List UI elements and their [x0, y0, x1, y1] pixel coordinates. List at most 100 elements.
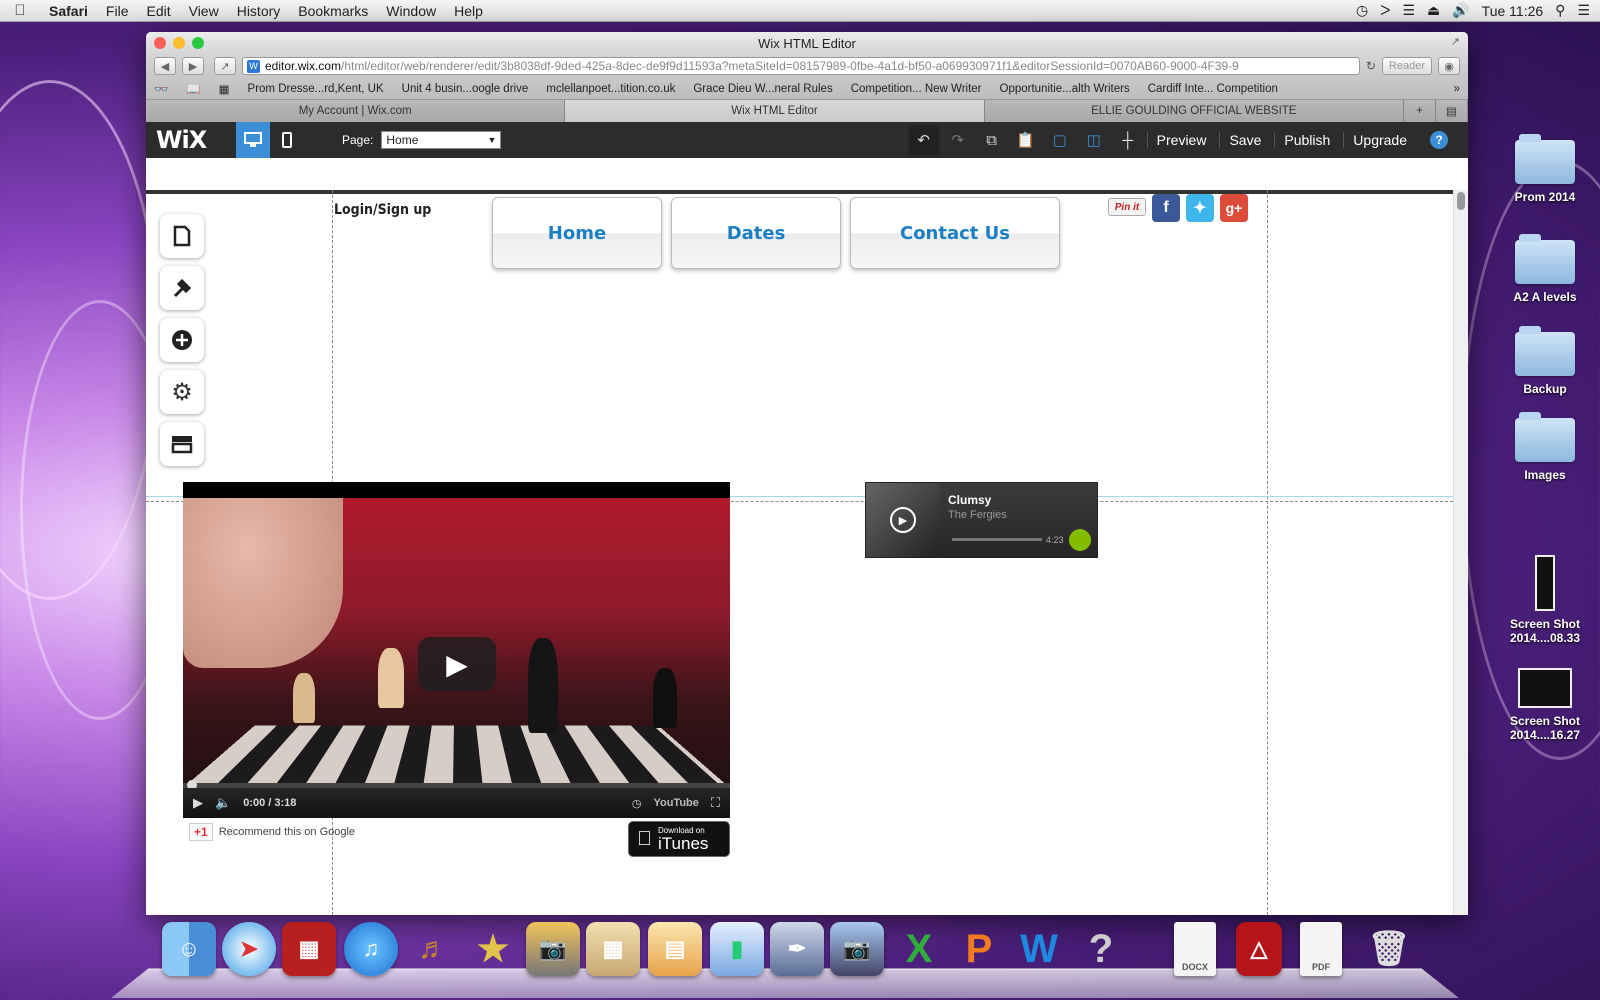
desktop-folder-prom[interactable]: Prom 2014: [1490, 134, 1600, 204]
fullscreen-icon[interactable]: ↗: [1451, 35, 1460, 48]
toggle-rulers-button[interactable]: ┼: [1113, 125, 1143, 155]
keynote-icon[interactable]: ▤: [648, 922, 702, 976]
track-progress-bar[interactable]: [952, 538, 1042, 541]
apple-menu-icon[interactable]: : [0, 2, 40, 19]
menu-view[interactable]: View: [180, 3, 228, 19]
desktop-view-button[interactable]: [236, 122, 270, 158]
photo-booth-icon[interactable]: ▦: [282, 922, 336, 976]
word-icon[interactable]: W: [1012, 922, 1066, 976]
itunes-download-badge[interactable]:  Download on iTunes: [628, 821, 730, 857]
new-tab-button[interactable]: +: [1403, 100, 1436, 122]
watch-later-icon[interactable]: ◷: [632, 797, 642, 810]
reader-button[interactable]: Reader: [1381, 57, 1432, 75]
page-select[interactable]: Home ▼: [381, 131, 502, 149]
copy-button[interactable]: ⧉: [977, 125, 1007, 155]
time-machine-icon[interactable]: ◷: [1356, 2, 1368, 19]
youtube-logo[interactable]: YouTube: [653, 797, 698, 809]
bookmark-item[interactable]: Cardiff Inte... Competition: [1148, 83, 1278, 95]
nav-contact-button[interactable]: Contact Us: [850, 197, 1060, 269]
notification-list-icon[interactable]: ☰: [1577, 2, 1590, 19]
nav-home-button[interactable]: Home: [492, 197, 662, 269]
tab-wix-editor[interactable]: Wix HTML Editor: [565, 100, 985, 122]
design-panel-button[interactable]: [160, 266, 204, 310]
play-circle-icon[interactable]: ▶: [890, 507, 916, 533]
menu-help[interactable]: Help: [445, 3, 492, 19]
google-plus-icon[interactable]: g+: [1220, 194, 1248, 222]
forward-button[interactable]: ▶: [182, 57, 204, 75]
top-sites-grid-icon[interactable]: ▦: [219, 82, 230, 96]
pinterest-pin-button[interactable]: Pin it: [1108, 198, 1146, 216]
address-bar[interactable]: W editor.wix.com /html/editor/web/render…: [242, 57, 1360, 75]
bluetooth-icon[interactable]: ᐳ: [1380, 2, 1390, 19]
desktop-folder-images[interactable]: Images: [1490, 412, 1600, 482]
powerpoint-icon[interactable]: P: [952, 922, 1006, 976]
google-plus-one-button[interactable]: +1: [189, 823, 213, 841]
tab-overview-button[interactable]: ▤: [1435, 100, 1468, 122]
menu-bookmarks[interactable]: Bookmarks: [289, 3, 377, 19]
share-button[interactable]: ↗: [214, 57, 236, 75]
itunes-icon[interactable]: ♫: [344, 922, 398, 976]
close-window-button[interactable]: [154, 37, 166, 49]
trash-icon[interactable]: 🗑: [1362, 922, 1416, 976]
toggle-gridlines-button[interactable]: ▢: [1045, 125, 1075, 155]
wifi-icon[interactable]: ☰: [1402, 2, 1415, 19]
minimize-window-button[interactable]: [173, 37, 185, 49]
toggle-snap-button[interactable]: ◫: [1079, 125, 1109, 155]
reading-list-icon[interactable]: 👓: [154, 82, 168, 96]
more-bookmarks-chevron-icon[interactable]: »: [1454, 83, 1460, 95]
iphoto-icon[interactable]: 📷: [526, 922, 580, 976]
desktop-folder-a2[interactable]: A2 A levels: [1490, 234, 1600, 304]
save-button[interactable]: Save: [1219, 132, 1270, 148]
facebook-icon[interactable]: f: [1152, 194, 1180, 222]
spotify-player-widget[interactable]: ▶ Clumsy The Fergies 4:23: [865, 482, 1098, 558]
preview-icon[interactable]: 📷: [830, 922, 884, 976]
pages-panel-button[interactable]: [160, 214, 204, 258]
excel-icon[interactable]: X: [892, 922, 946, 976]
upgrade-button[interactable]: Upgrade: [1343, 132, 1416, 148]
image-capture-icon[interactable]: ▦: [586, 922, 640, 976]
help-button[interactable]: ?: [1430, 131, 1448, 149]
clock[interactable]: Tue 11:26: [1482, 3, 1544, 19]
publish-button[interactable]: Publish: [1274, 132, 1339, 148]
back-button[interactable]: ◀: [154, 57, 176, 75]
downloads-button[interactable]: ◉: [1438, 57, 1460, 75]
eject-icon[interactable]: ⏏: [1427, 2, 1440, 19]
docx-document-icon[interactable]: DOCX: [1174, 922, 1216, 976]
wix-logo[interactable]: WiX: [146, 126, 236, 154]
bookmarks-book-icon[interactable]: 📖: [186, 82, 200, 96]
reload-icon[interactable]: ↻: [1366, 59, 1376, 73]
menu-app-name[interactable]: Safari: [40, 3, 97, 19]
garageband-icon[interactable]: ♬: [406, 922, 460, 976]
undo-button[interactable]: ↶: [908, 125, 939, 155]
youtube-video-player[interactable]: ▶ ▶ 🔈 0:00 / 3:18 ◷ YouTube ⛶: [183, 482, 730, 818]
tab-ellie-goulding[interactable]: ELLIE GOULDING OFFICIAL WEBSITE: [984, 100, 1404, 122]
bookmark-item[interactable]: Opportunitie...alth Writers: [1000, 83, 1130, 95]
bookmark-item[interactable]: Grace Dieu W...neral Rules: [693, 83, 832, 95]
desktop-folder-backup[interactable]: Backup: [1490, 326, 1600, 396]
zoom-window-button[interactable]: [192, 37, 204, 49]
desktop-screenshot-1[interactable]: Screen Shot 2014....08.33: [1490, 555, 1600, 645]
menu-file[interactable]: File: [97, 3, 138, 19]
numbers-icon[interactable]: ▮: [710, 922, 764, 976]
bookmark-item[interactable]: mclellanpoet...tition.co.uk: [546, 83, 675, 95]
bookmark-item[interactable]: Unit 4 busin...oogle drive: [402, 83, 529, 95]
spotlight-search-icon[interactable]: ⚲: [1555, 2, 1565, 19]
scroll-thumb[interactable]: [1457, 192, 1465, 210]
twitter-icon[interactable]: ✦: [1186, 194, 1214, 222]
tab-my-account[interactable]: My Account | Wix.com: [146, 100, 566, 122]
menu-history[interactable]: History: [228, 3, 290, 19]
paste-button[interactable]: 📋: [1011, 125, 1041, 155]
play-icon[interactable]: ▶: [193, 795, 203, 811]
add-panel-button[interactable]: [160, 318, 204, 362]
unknown-app-icon[interactable]: ?: [1074, 922, 1128, 976]
finder-icon[interactable]: ☺: [162, 922, 216, 976]
app-market-button[interactable]: [160, 422, 204, 466]
acrobat-icon[interactable]: △: [1236, 922, 1282, 976]
editor-scrollbar[interactable]: [1453, 190, 1468, 915]
nav-dates-button[interactable]: Dates: [671, 197, 841, 269]
bookmark-item[interactable]: Competition... New Writer: [851, 83, 982, 95]
bookmark-item[interactable]: Prom Dresse...rd,Kent, UK: [248, 83, 384, 95]
menu-window[interactable]: Window: [377, 3, 445, 19]
preview-scriptwriter-icon[interactable]: ✒: [770, 922, 824, 976]
desktop-screenshot-2[interactable]: Screen Shot 2014....16.27: [1490, 668, 1600, 742]
